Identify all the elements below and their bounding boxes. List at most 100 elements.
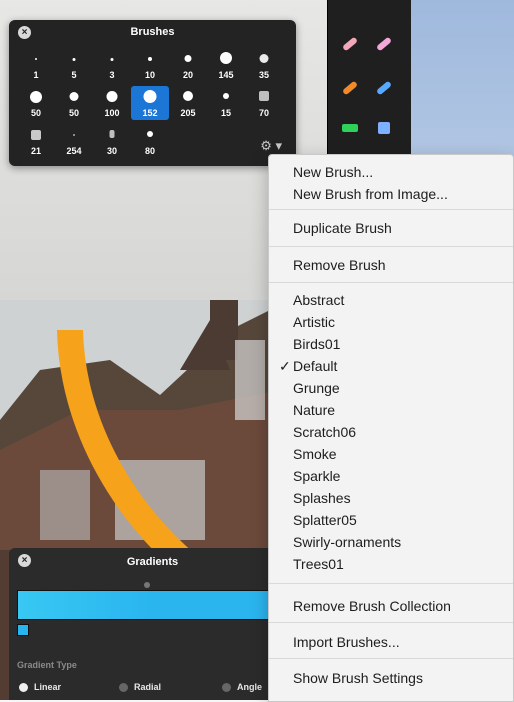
brush-item[interactable]: 145 [207, 48, 245, 82]
brush-preview-icon [143, 90, 157, 103]
gear-icon[interactable]: ⚙︎ ▾ [260, 138, 282, 154]
brush-item[interactable]: 50 [17, 86, 55, 120]
brush-size-label: 145 [218, 70, 234, 80]
brush-preview-icon [31, 130, 41, 140]
menu-item-trees01[interactable]: Trees01 [269, 553, 513, 575]
checkmark-icon: ✓ [279, 358, 291, 374]
menu-item-label: Smoke [293, 446, 337, 462]
radio-icon [119, 682, 128, 692]
brush-preview-icon [35, 58, 37, 60]
brush-item[interactable]: 21 [17, 124, 55, 158]
menu-item-new-brush[interactable]: New Brush... [269, 161, 513, 183]
menu-item-label: Birds01 [293, 336, 341, 352]
brush-preview-icon [259, 91, 269, 101]
brush-item[interactable]: 15 [207, 86, 245, 120]
brush-size-label: 3 [109, 70, 115, 80]
menu-item-splashes[interactable]: Splashes [269, 487, 513, 509]
menu-item-splatter05[interactable]: Splatter05 [269, 509, 513, 531]
radio-label: Angle [237, 682, 263, 692]
gradient-color-stop[interactable] [17, 624, 29, 636]
menu-item-swirly-ornaments[interactable]: Swirly-ornaments [269, 531, 513, 553]
brush-preview-icon [110, 58, 114, 61]
brush-preview-icon [259, 54, 269, 63]
menu-item-birds01[interactable]: Birds01 [269, 333, 513, 355]
marker-tool-icon[interactable] [374, 78, 394, 98]
brush-preview-icon [30, 91, 42, 103]
menu-item-label: Splashes [293, 490, 351, 506]
brush-preview-icon [73, 134, 75, 136]
menu-item-label: Duplicate Brush [293, 220, 392, 236]
brush-size-label: 70 [258, 108, 269, 118]
brush-item[interactable]: 35 [245, 48, 283, 82]
menu-item-label: Swirly-ornaments [293, 534, 402, 550]
gradient-type-label: Gradient Type [17, 660, 77, 670]
brush-item[interactable]: 100 [93, 86, 131, 120]
brush-size-label: 15 [220, 108, 231, 118]
menu-item-label: Sparkle [293, 468, 341, 484]
brush-size-label: 50 [68, 108, 79, 118]
menu-item-duplicate-brush[interactable]: Duplicate Brush [269, 217, 513, 239]
panel-title: Brushes [130, 26, 175, 38]
brush-preview-icon [148, 57, 152, 61]
brush-size-label: 50 [30, 108, 41, 118]
brush-item[interactable]: 20 [169, 48, 207, 82]
menu-item-label: Remove Brush Collection [293, 598, 451, 614]
gradient-type-linear[interactable]: Linear [19, 682, 61, 692]
menu-item-default[interactable]: ✓ Default [269, 355, 513, 377]
gradient-midpoint-handle[interactable] [144, 582, 150, 588]
pencil-tool-icon[interactable] [340, 78, 360, 98]
brush-item-selected[interactable]: 152 [131, 86, 169, 120]
menu-item-abstract[interactable]: Abstract [269, 289, 513, 311]
menu-item-artistic[interactable]: Artistic [269, 311, 513, 333]
brush-size-label: 1 [33, 70, 39, 80]
brushes-panel: × Brushes 1 5 3 10 20 145 35 50 50 100 1… [9, 20, 296, 166]
gradient-type-angle[interactable]: Angle [222, 682, 262, 692]
brush-item[interactable]: 80 [131, 124, 169, 158]
menu-item-label: Abstract [293, 292, 345, 308]
brush-item[interactable]: 3 [93, 48, 131, 82]
eraser-tool-2-icon[interactable] [374, 34, 394, 54]
brush-preview-icon [183, 91, 193, 101]
menu-item-label: Artistic [293, 314, 335, 330]
brush-item[interactable]: 30 [93, 124, 131, 158]
brush-preview-icon [69, 92, 79, 101]
menu-item-label: Trees01 [293, 556, 344, 572]
brush-size-label: 10 [144, 70, 155, 80]
menu-item-remove-brush-collection[interactable]: Remove Brush Collection [269, 595, 513, 617]
brush-preview-icon [184, 55, 192, 62]
menu-separator [269, 622, 513, 623]
gradients-panel: × Gradients Gradient Type Linear Radial … [9, 548, 296, 700]
brush-item[interactable]: 205 [169, 86, 207, 120]
fill-tool-icon[interactable] [340, 118, 360, 138]
eraser-tool-icon[interactable] [340, 34, 360, 54]
brush-size-label: 205 [180, 108, 196, 118]
brush-size-label: 152 [142, 108, 158, 118]
menu-item-nature[interactable]: Nature [269, 399, 513, 421]
menu-item-new-brush-from-image[interactable]: New Brush from Image... [269, 183, 513, 205]
menu-item-scratch06[interactable]: Scratch06 [269, 421, 513, 443]
menu-item-label: New Brush... [293, 164, 374, 180]
radio-selected-icon [19, 682, 28, 692]
brush-preview-icon [223, 93, 229, 99]
brush-item[interactable]: 254 [55, 124, 93, 158]
brush-item[interactable]: 10 [131, 48, 169, 82]
brush-size-label: 254 [66, 146, 82, 156]
radio-label: Linear [34, 682, 62, 692]
gradient-type-radial[interactable]: Radial [119, 682, 161, 692]
menu-item-show-brush-settings[interactable]: Show Brush Settings [269, 667, 513, 689]
menu-item-remove-brush[interactable]: Remove Brush [269, 254, 513, 276]
menu-item-label: New Brush from Image... [293, 186, 448, 202]
menu-item-label: Import Brushes... [293, 634, 400, 650]
menu-item-smoke[interactable]: Smoke [269, 443, 513, 465]
menu-item-grunge[interactable]: Grunge [269, 377, 513, 399]
menu-item-sparkle[interactable]: Sparkle [269, 465, 513, 487]
gradient-preview-bar[interactable] [17, 590, 281, 620]
brush-item[interactable]: 5 [55, 48, 93, 82]
brush-item[interactable]: 70 [245, 86, 283, 120]
brush-item[interactable]: 50 [55, 86, 93, 120]
stamp-tool-icon[interactable] [374, 118, 394, 138]
menu-item-label: Grunge [293, 380, 340, 396]
tool-strip [327, 0, 411, 160]
brush-item[interactable]: 1 [17, 48, 55, 82]
menu-item-import-brushes[interactable]: Import Brushes... [269, 631, 513, 653]
